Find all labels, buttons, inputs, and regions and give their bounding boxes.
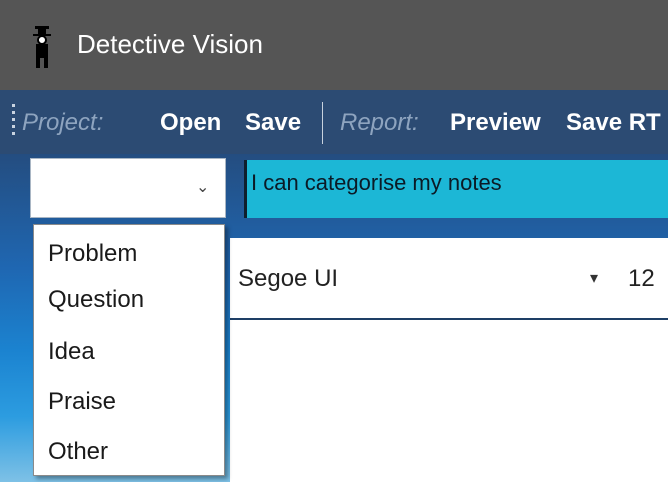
dropdown-option-praise[interactable]: Praise xyxy=(48,388,116,416)
note-input-text: I can categorise my notes xyxy=(251,170,502,195)
toolbar-separator xyxy=(322,102,323,144)
dropdown-option-other[interactable]: Other xyxy=(48,438,108,466)
dropdown-option-problem[interactable]: Problem xyxy=(48,240,137,268)
dropdown-arrow-icon[interactable]: ▾ xyxy=(590,268,598,287)
font-size-select[interactable]: 12 xyxy=(628,265,655,293)
font-family-select[interactable]: Segoe UI xyxy=(238,265,338,293)
save-rtf-button[interactable]: Save RT xyxy=(566,108,661,138)
dropdown-option-question[interactable]: Question xyxy=(48,286,144,314)
dropdown-option-idea[interactable]: Idea xyxy=(48,338,95,366)
notes-editor[interactable] xyxy=(230,318,668,482)
save-button[interactable]: Save xyxy=(245,108,301,138)
detective-figure-icon xyxy=(33,26,51,68)
open-button[interactable]: Open xyxy=(160,108,221,138)
toolbar-grip[interactable] xyxy=(12,104,16,140)
chevron-down-icon[interactable]: ⌄ xyxy=(196,177,209,196)
window-title: Detective Vision xyxy=(77,29,263,59)
report-label: Report: xyxy=(340,109,419,136)
project-label: Project: xyxy=(22,109,104,136)
preview-button[interactable]: Preview xyxy=(450,108,541,138)
